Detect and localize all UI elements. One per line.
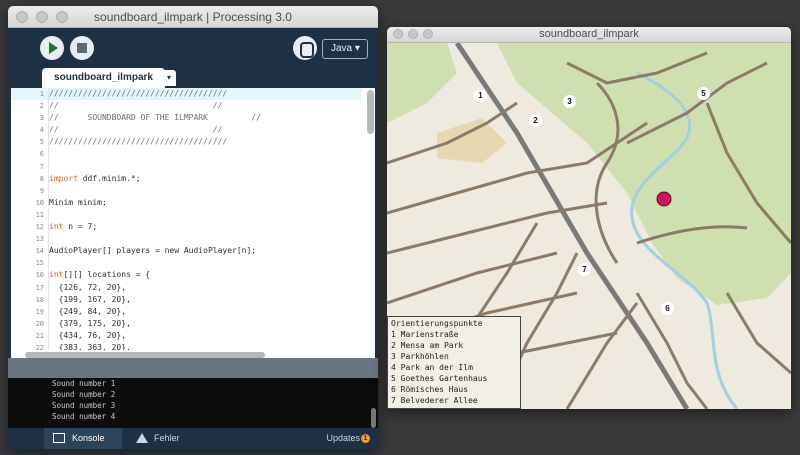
code-line[interactable]: import ddf.minim.*; [49,173,361,185]
code-line[interactable]: {126, 72, 20}, [49,282,361,294]
ide-footer: Konsole Fehler Updates 1 [8,428,378,449]
line-number: 14 [35,247,44,256]
location-pointer [656,191,672,207]
code-line[interactable]: {249, 84, 20}, [49,306,361,318]
console-line: Sound number 3 [52,401,116,410]
legend-item: 3 Parkhöhlen [391,352,449,361]
marker-1[interactable]: 1 [474,89,487,102]
processing-ide-window: soundboard_ilmpark | Processing 3.0 Java… [8,6,378,449]
legend-item: 2 Mensa am Park [391,341,464,350]
ide-window-title: soundboard_ilmpark | Processing 3.0 [94,10,292,24]
warning-icon [136,433,148,443]
keyword: int [49,222,64,232]
code-line[interactable]: // // [49,124,361,136]
updates-link[interactable]: Updates [326,428,360,449]
marker-7[interactable]: 7 [578,263,591,276]
code-editor[interactable]: 1 2 3 4 5 6 7 8 9 10 11 12 13 14 15 16 17 18 19 20 21 22 ////… [11,88,375,358]
line-number: 15 [35,259,44,268]
tab-errors[interactable]: Fehler [126,428,196,449]
code-line[interactable]: {379, 175, 20}, [49,318,361,330]
ide-toolbar: Java ▾ [8,28,378,68]
line-number: 1 [11,88,48,101]
ide-titlebar: soundboard_ilmpark | Processing 3.0 [8,6,378,28]
console-line: Sound number 2 [52,390,116,399]
line-number: 5 [39,138,44,147]
console-tab-label: Konsole [72,433,105,443]
code-line[interactable]: ///////////////////////////////////// [49,136,361,148]
sketch-tabbar: soundboard_ilmpark ▾ [8,68,378,88]
console-scrollbar[interactable] [371,408,376,428]
errors-tab-label: Fehler [154,433,180,443]
legend-item: 1 Marienstraße [391,330,459,339]
tab-soundboard-ilmpark[interactable]: soundboard_ilmpark [42,68,165,88]
line-number: 11 [35,210,44,219]
console-line: Sound number 4 [52,412,116,421]
console-line: Sound number 1 [52,379,116,388]
mode-select[interactable]: Java ▾ [322,39,368,59]
line-number: 10 [35,198,44,207]
code-line[interactable] [49,233,361,245]
code-line[interactable] [49,257,361,269]
code-line[interactable] [49,185,361,197]
line-number: 12 [35,223,44,232]
keyword: import [49,173,78,183]
code-line[interactable]: AudioPlayer[] players = new AudioPlayer[… [49,245,361,257]
line-number: 6 [39,150,44,159]
legend-item: 5 Goethes Gartenhaus [391,374,488,383]
code-line[interactable] [49,209,361,221]
marker-5[interactable]: 5 [697,87,710,100]
run-button[interactable] [40,36,64,60]
line-number: 7 [39,162,44,171]
code-line[interactable]: // // [49,100,361,112]
landmark-legend: Orientierungspunkte 1 Marienstraße 2 Mens… [387,316,521,409]
marker-6[interactable]: 6 [661,302,674,315]
code-line[interactable]: {434, 76, 20}, [49,330,361,342]
line-number: 20 [35,319,44,328]
keyword: int [49,270,64,280]
code-line[interactable]: // SOUNDBOARD OF THE ILMPARK // [49,112,361,124]
console-output: Sound number 1 Sound number 2 Sound number… [8,378,378,430]
marker-2[interactable]: 2 [529,114,542,127]
code-area[interactable]: /////////////////////////////////////// … [49,88,361,350]
line-number: 19 [35,307,44,316]
sketch-window-title: soundboard_ilmpark [539,28,639,40]
tab-menu-chevron-icon[interactable]: ▾ [162,70,176,86]
sketch-window: soundboard_ilmpark 1 2 3 5 6 7 Orientier… [387,27,791,409]
code-line[interactable]: int[][] locations = { [49,269,361,281]
editor-vertical-scrollbar[interactable] [367,90,374,134]
line-number: 16 [35,271,44,280]
line-number: 13 [35,235,44,244]
line-number: 21 [35,331,44,340]
legend-item: 7 Belvederer Allee [391,396,478,405]
legend-item: 4 Park an der Ilm [391,363,473,372]
sketch-titlebar: soundboard_ilmpark [387,27,791,43]
line-number: 3 [39,114,44,123]
line-number: 4 [39,126,44,135]
code-line[interactable]: ///////////////////////////////////// [49,88,361,101]
code-line[interactable]: Minim minim; [49,197,361,209]
line-number: 9 [39,186,44,195]
code-line[interactable]: {199, 167, 20}, [49,294,361,306]
code-line[interactable]: {383, 363, 20}, [49,342,361,350]
code-line[interactable]: int n = 7; [49,221,361,233]
line-number: 18 [35,295,44,304]
line-number-gutter: 1 2 3 4 5 6 7 8 9 10 11 12 13 14 15 16 17 18 19 20 21 22 [11,88,49,352]
legend-item: 6 Römisches Haus [391,385,469,394]
console-icon [53,433,65,443]
legend-title: Orientierungspunkte [391,319,483,328]
line-number: 2 [39,102,44,111]
code-line[interactable] [49,161,361,173]
updates-count-badge: 1 [361,434,370,443]
debugger-icon[interactable] [293,36,317,60]
marker-3[interactable]: 3 [563,95,576,108]
stop-button[interactable] [70,36,94,60]
line-number: 8 [39,174,44,183]
tab-console[interactable]: Konsole [44,428,122,449]
console-divider[interactable] [8,358,378,378]
code-line[interactable] [49,148,361,160]
line-number: 17 [35,283,44,292]
